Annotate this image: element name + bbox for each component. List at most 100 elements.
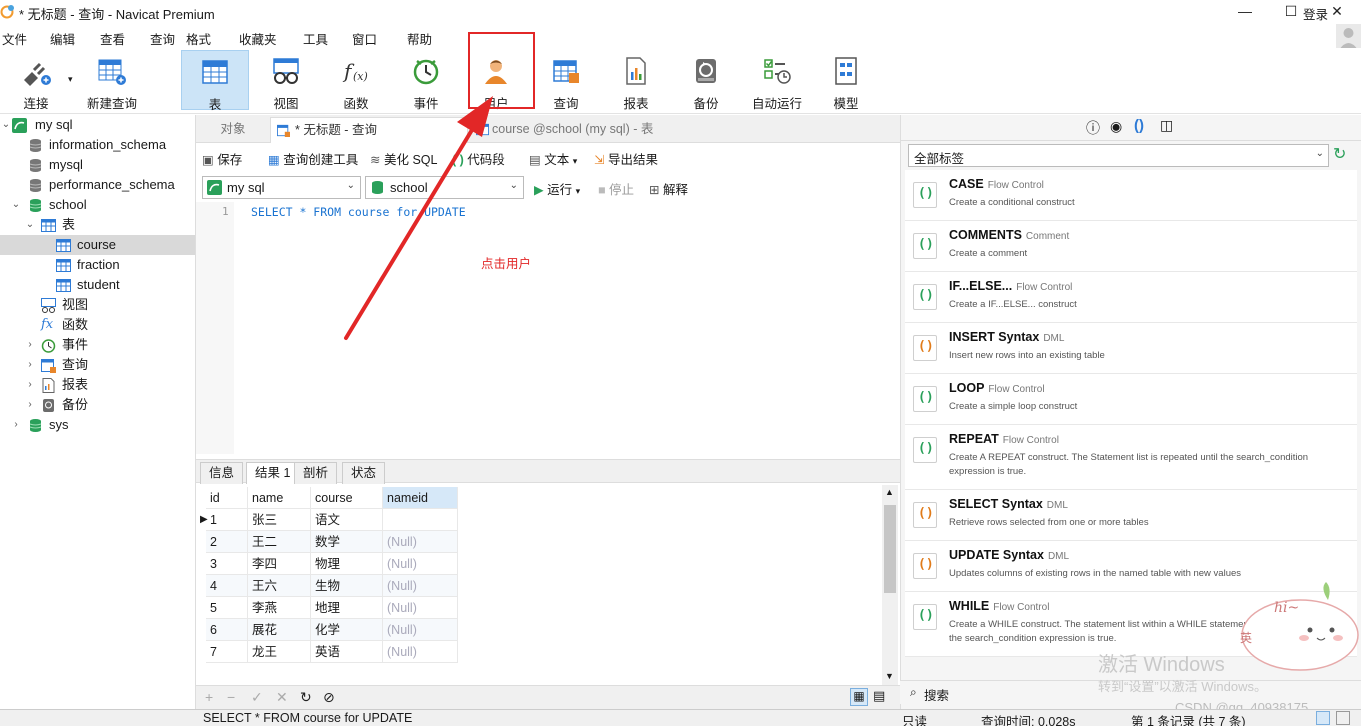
expand-arrow-icon[interactable]: › bbox=[25, 395, 35, 415]
table-cell-course[interactable]: 地理 bbox=[311, 597, 383, 619]
form-layout-icon[interactable] bbox=[1336, 711, 1350, 725]
menu-file[interactable]: 文件 bbox=[2, 29, 27, 48]
connect-dropdown-icon[interactable]: ▾ bbox=[68, 74, 73, 85]
refresh-icon[interactable]: ↻ bbox=[300, 689, 312, 706]
add-snippet-icon[interactable]: ↻ bbox=[1333, 144, 1346, 164]
tab-profile[interactable]: 剖析 bbox=[294, 462, 338, 484]
table-cell-course[interactable]: 数学 bbox=[311, 531, 383, 553]
grid-view-icon[interactable]: ▦ bbox=[850, 688, 868, 706]
stop-loading-icon[interactable]: ⊘ bbox=[323, 689, 335, 706]
snippet-item[interactable]: () IF...ELSE... Flow Control Create a IF...… bbox=[905, 272, 1357, 323]
table-cell-name[interactable]: 李燕 bbox=[248, 597, 311, 619]
menu-help[interactable]: 帮助 bbox=[407, 29, 432, 48]
table-cell-course[interactable]: 生物 bbox=[311, 575, 383, 597]
snippet-item[interactable]: () SELECT Syntax DML Retrieve rows selected… bbox=[905, 490, 1357, 541]
toolbar-view-button[interactable]: 视图 bbox=[252, 50, 320, 111]
menu-format[interactable]: 格式 bbox=[186, 29, 211, 48]
tree-db-school[interactable]: ⌄ school bbox=[0, 195, 195, 215]
table-cell-course[interactable]: 英语 bbox=[311, 641, 383, 663]
table-cell-id[interactable]: 5 bbox=[206, 597, 248, 619]
scroll-up-icon[interactable]: ▲ bbox=[885, 487, 894, 497]
form-view-icon[interactable]: ▤ bbox=[873, 688, 885, 704]
delete-record-icon[interactable]: − bbox=[227, 689, 235, 705]
toolbar-event-button[interactable]: 事件 bbox=[392, 50, 460, 111]
tree-folder-reports[interactable]: › 报表 bbox=[0, 375, 195, 395]
table-cell-id[interactable]: 7 bbox=[206, 641, 248, 663]
toolbar-table-button[interactable]: 表 bbox=[181, 50, 249, 112]
tab-result-1[interactable]: 结果 1 bbox=[246, 462, 300, 484]
run-button[interactable]: ▶ 运行 ▾ bbox=[534, 179, 580, 198]
tab-course-table[interactable]: course @school (my sql) - 表 bbox=[470, 117, 670, 143]
add-record-icon[interactable]: + bbox=[205, 689, 213, 705]
column-header-course[interactable]: course bbox=[311, 487, 383, 509]
scrollbar-thumb[interactable] bbox=[884, 505, 896, 593]
snippet-item[interactable]: () REPEAT Flow Control Create A REPEAT cons… bbox=[905, 425, 1357, 490]
tree-table-course[interactable]: course bbox=[0, 235, 195, 255]
table-cell-name[interactable]: 张三 bbox=[248, 509, 311, 531]
menu-favorites[interactable]: 收藏夹 bbox=[239, 29, 277, 48]
tree-table-student[interactable]: student bbox=[0, 275, 195, 295]
explain-button[interactable]: ⊞ 解释 bbox=[649, 179, 688, 198]
snippet-item[interactable]: () COMMENTS Comment Create a comment bbox=[905, 221, 1357, 272]
tree-table-fraction[interactable]: fraction bbox=[0, 255, 195, 275]
table-cell-nameid[interactable]: (Null) bbox=[383, 597, 458, 619]
table-cell-name[interactable]: 王六 bbox=[248, 575, 311, 597]
table-cell-nameid[interactable] bbox=[383, 509, 458, 531]
sql-editor[interactable]: 1 SELECT * FROM course for UPDATE 点击用户 bbox=[196, 202, 900, 454]
menu-tools[interactable]: 工具 bbox=[303, 29, 328, 48]
table-cell-course[interactable]: 物理 bbox=[311, 553, 383, 575]
toolbar-report-button[interactable]: 报表 bbox=[602, 50, 670, 111]
column-header-nameid[interactable]: nameid bbox=[383, 487, 458, 509]
beautify-sql-button[interactable]: ≋ 美化 SQL bbox=[370, 149, 437, 168]
tree-folder-events[interactable]: › 事件 bbox=[0, 335, 195, 355]
minimize-button[interactable]: — bbox=[1222, 0, 1268, 24]
table-cell-nameid[interactable]: (Null) bbox=[383, 553, 458, 575]
toolbar-query-button[interactable]: 查询 bbox=[532, 50, 600, 111]
snippet-item[interactable]: () LOOP Flow Control Create a simple loop c… bbox=[905, 374, 1357, 425]
tab-info[interactable]: 信息 bbox=[200, 462, 244, 484]
snippet-category-select[interactable]: 全部标签 ⌄ bbox=[908, 144, 1329, 167]
table-cell-name[interactable]: 王二 bbox=[248, 531, 311, 553]
table-cell-course[interactable]: 语文 bbox=[311, 509, 383, 531]
tree-folder-backups[interactable]: › 备份 bbox=[0, 395, 195, 415]
expand-arrow-icon[interactable]: › bbox=[25, 355, 35, 375]
text-dropdown-icon[interactable]: ▾ bbox=[573, 156, 578, 166]
table-cell-id[interactable]: 1 bbox=[206, 509, 248, 531]
table-cell-id[interactable]: 4 bbox=[206, 575, 248, 597]
collapse-arrow-icon[interactable]: ⌄ bbox=[1, 115, 11, 135]
tab-objects[interactable]: 对象 bbox=[198, 117, 268, 143]
toolbar-function-button[interactable]: f (x) 函数 bbox=[322, 50, 390, 111]
grid-layout-icon[interactable] bbox=[1316, 711, 1330, 725]
snippet-item[interactable]: () CASE Flow Control Create a conditional c… bbox=[905, 170, 1357, 221]
toolbar-connect-button[interactable]: ▾ 连接 bbox=[2, 50, 73, 111]
collapse-arrow-icon[interactable]: ⌄ bbox=[11, 195, 21, 215]
table-cell-name[interactable]: 展花 bbox=[248, 619, 311, 641]
tree-db-information-schema[interactable]: information_schema bbox=[0, 135, 195, 155]
table-cell-id[interactable]: 2 bbox=[206, 531, 248, 553]
expand-arrow-icon[interactable]: › bbox=[11, 415, 21, 435]
table-cell-course[interactable]: 化学 bbox=[311, 619, 383, 641]
table-cell-nameid[interactable]: (Null) bbox=[383, 619, 458, 641]
expand-arrow-icon[interactable]: › bbox=[25, 335, 35, 355]
run-dropdown-icon[interactable]: ▾ bbox=[576, 186, 581, 196]
tree-folder-queries[interactable]: › 查询 bbox=[0, 355, 195, 375]
code-snippet-button[interactable]: ( ) 代码段 bbox=[452, 149, 505, 168]
table-cell-nameid[interactable]: (Null) bbox=[383, 575, 458, 597]
menu-view[interactable]: 查看 bbox=[100, 29, 125, 48]
snippet-item[interactable]: () INSERT Syntax DML Insert new rows into a… bbox=[905, 323, 1357, 374]
tree-db-mysql[interactable]: mysql bbox=[0, 155, 195, 175]
user-avatar[interactable] bbox=[1336, 24, 1361, 50]
scroll-down-icon[interactable]: ▼ bbox=[885, 671, 894, 681]
table-cell-name[interactable]: 龙王 bbox=[248, 641, 311, 663]
menu-window[interactable]: 窗口 bbox=[352, 29, 377, 48]
menu-query[interactable]: 查询 bbox=[150, 29, 175, 48]
code-snippet-icon[interactable]: () bbox=[1134, 117, 1144, 134]
export-results-button[interactable]: ⇲ 导出结果 bbox=[594, 149, 658, 168]
apply-changes-icon[interactable]: ✓ bbox=[251, 689, 263, 706]
expand-arrow-icon[interactable]: › bbox=[25, 375, 35, 395]
table-cell-nameid[interactable]: (Null) bbox=[383, 531, 458, 553]
save-button[interactable]: ▣ 保存 bbox=[202, 149, 242, 168]
menu-edit[interactable]: 编辑 bbox=[50, 29, 75, 48]
table-cell-nameid[interactable]: (Null) bbox=[383, 641, 458, 663]
tree-folder-functions[interactable]: fx 函数 bbox=[0, 315, 195, 335]
